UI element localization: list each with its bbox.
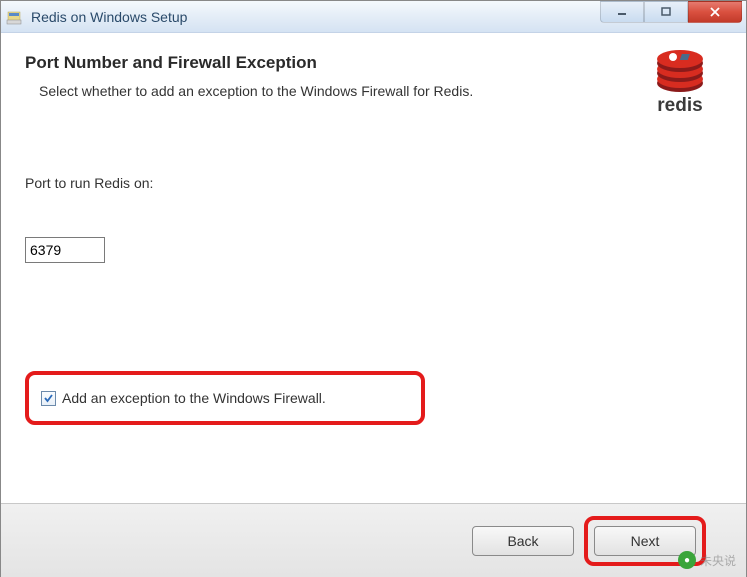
maximize-button[interactable] bbox=[644, 1, 688, 23]
firewall-checkbox-highlight: Add an exception to the Windows Firewall… bbox=[25, 371, 425, 425]
firewall-checkbox[interactable] bbox=[41, 391, 56, 406]
dialog-footer: Back Next ● 未央说 bbox=[1, 503, 746, 577]
close-button[interactable] bbox=[688, 1, 742, 23]
window-title: Redis on Windows Setup bbox=[31, 9, 600, 25]
dialog-content: Port Number and Firewall Exception Selec… bbox=[1, 33, 746, 503]
titlebar: Redis on Windows Setup bbox=[1, 1, 746, 33]
firewall-checkbox-label: Add an exception to the Windows Firewall… bbox=[62, 390, 326, 406]
back-button[interactable]: Back bbox=[472, 526, 574, 556]
installer-icon bbox=[5, 7, 25, 27]
next-button[interactable]: Next bbox=[594, 526, 696, 556]
window-controls bbox=[600, 6, 742, 28]
port-input[interactable] bbox=[25, 237, 105, 263]
svg-text:redis: redis bbox=[657, 95, 702, 116]
minimize-button[interactable] bbox=[600, 1, 644, 23]
page-description: Select whether to add an exception to th… bbox=[39, 83, 640, 99]
redis-logo: redis bbox=[640, 49, 720, 119]
page-title: Port Number and Firewall Exception bbox=[25, 53, 640, 73]
next-button-highlight: Next bbox=[584, 516, 706, 566]
port-label: Port to run Redis on: bbox=[25, 175, 722, 191]
